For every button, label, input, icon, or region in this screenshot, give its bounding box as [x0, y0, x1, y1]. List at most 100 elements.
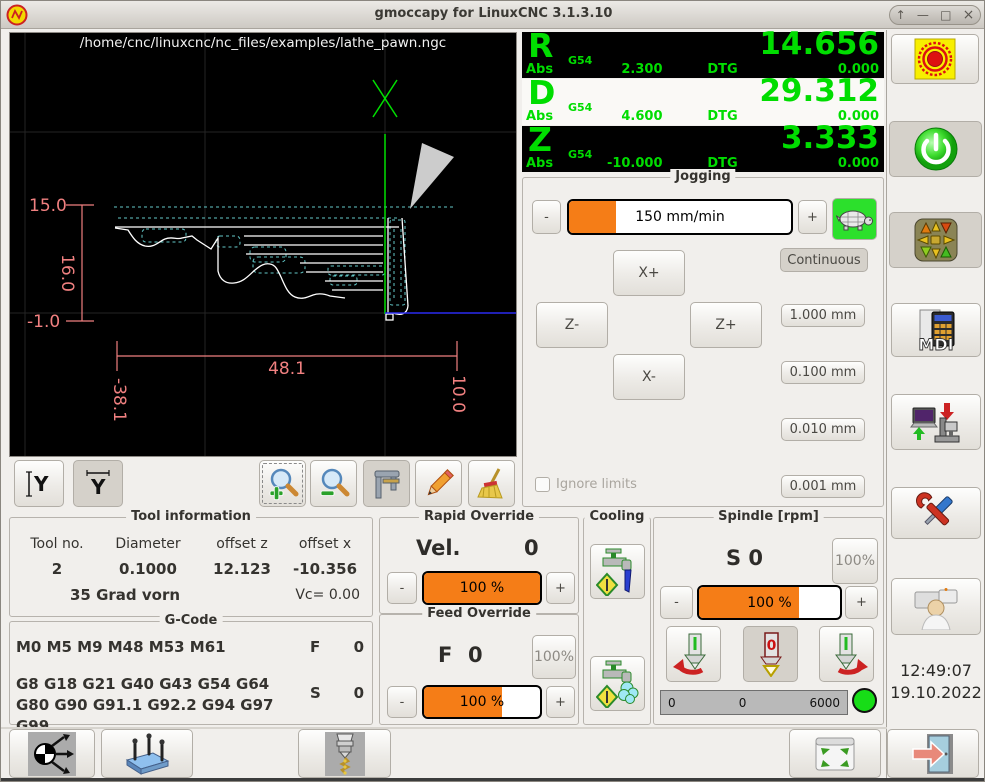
- gmoccapy-window: gmoccapy for LinuxCNC 3.1.3.10 ↑ — □ ×: [0, 0, 985, 782]
- dro-axis-z[interactable]: Z G54 3.333 Abs -10.000 DTG 0.000: [522, 126, 884, 172]
- offset-x-header: offset x: [284, 536, 366, 552]
- feed-override-frame: Feed Override F 0 100% - 100 % +: [379, 614, 579, 725]
- spindle-stop-button[interactable]: 0: [743, 626, 798, 682]
- spindle-left-icon: [671, 631, 717, 677]
- manual-mode-button[interactable]: [889, 212, 982, 268]
- rapid-override-value: 100 %: [424, 573, 540, 603]
- turtle-jog-button[interactable]: [832, 198, 877, 240]
- loaded-file-path: /home/cnc/linuxcnc/nc_files/examples/lat…: [10, 35, 516, 51]
- jog-increment-001mm-button[interactable]: 0.010 mm: [781, 418, 865, 441]
- settings-button[interactable]: [891, 487, 981, 539]
- cooling-title: Cooling: [585, 509, 650, 524]
- mdi-icon: MDI: [912, 308, 960, 352]
- spindle-plus-button[interactable]: +: [845, 586, 878, 619]
- jog-z-minus-button[interactable]: Z-: [536, 302, 608, 348]
- svg-text:Y: Y: [90, 475, 106, 499]
- offset-z-header: offset z: [200, 536, 284, 552]
- svg-text:Y: Y: [33, 472, 49, 496]
- zoom-out-icon: [317, 467, 351, 501]
- edit-gcode-button[interactable]: [415, 460, 462, 507]
- jog-increment-0001mm-button[interactable]: 0.001 mm: [781, 475, 865, 498]
- rapid-override-title: Rapid Override: [419, 509, 539, 524]
- rapid-override-bar[interactable]: 100 %: [422, 571, 542, 605]
- minimize-button[interactable]: —: [917, 9, 929, 21]
- tool-no-header: Tool no.: [18, 536, 96, 552]
- estop-button[interactable]: [891, 34, 979, 84]
- s-label: S: [310, 684, 321, 702]
- feed-reset-button[interactable]: 100%: [532, 635, 576, 679]
- offset-x-value: -10.356: [284, 560, 366, 578]
- feed-override-bar[interactable]: 100 %: [422, 685, 542, 719]
- spindle-cw-button[interactable]: [819, 626, 874, 682]
- rapid-plus-button[interactable]: +: [546, 572, 575, 604]
- jog-speed-bar[interactable]: 150 mm/min: [567, 199, 793, 235]
- touch-plate-button[interactable]: [101, 729, 193, 778]
- clear-plot-button[interactable]: [468, 460, 515, 507]
- jogging-title: Jogging: [670, 169, 735, 184]
- tool-dimensions-button[interactable]: [363, 460, 410, 507]
- feed-value: 0: [468, 643, 483, 667]
- jog-z-plus-button[interactable]: Z+: [690, 302, 762, 348]
- dro-axis-d[interactable]: D G54 29.312 Abs 4.600 DTG 0.000: [522, 79, 884, 125]
- gcode-preview[interactable]: 15.0 16.0 -1.0 48.1 -38.1 10.0 /home/cnc…: [9, 32, 517, 457]
- tool-measure-button[interactable]: [298, 729, 391, 778]
- jog-speed-minus-button[interactable]: -: [532, 200, 561, 234]
- titlebar[interactable]: gmoccapy for LinuxCNC 3.1.3.10 ↑ — □ ×: [1, 1, 985, 29]
- clock: 12:49:07 19.10.2022: [889, 660, 983, 703]
- tool-description: 35 Grad vorn: [70, 586, 180, 604]
- mist-icon: [596, 660, 640, 708]
- touch-plate-icon: [122, 732, 172, 776]
- spindle-minus-button[interactable]: -: [660, 586, 693, 619]
- maximize-button[interactable]: □: [940, 9, 951, 21]
- jog-mode-continuous-button[interactable]: Continuous: [780, 248, 868, 272]
- fullscreen-button[interactable]: [789, 729, 881, 778]
- exit-button[interactable]: [887, 729, 979, 778]
- jog-x-minus-button[interactable]: X-: [613, 354, 685, 400]
- dim-label-16: 16.0: [57, 254, 77, 292]
- dim-label-minus1: -1.0: [27, 312, 60, 332]
- feed-plus-button[interactable]: +: [546, 686, 575, 718]
- rapid-minus-button[interactable]: -: [387, 572, 417, 604]
- velocity-label: Vel.: [416, 536, 461, 560]
- touch-off-button[interactable]: [9, 729, 95, 778]
- mdi-mode-button[interactable]: MDI: [891, 303, 981, 357]
- spindle-speed-scale: 0 0 6000: [660, 690, 848, 715]
- rapid-override-frame: Rapid Override Vel. 0 - 100 % +: [379, 517, 579, 614]
- feed-minus-button[interactable]: -: [387, 686, 417, 718]
- ignore-limits-checkbox[interactable]: Ignore limits: [535, 477, 637, 492]
- spindle-override-bar[interactable]: 100 %: [697, 585, 842, 620]
- zoom-in-button[interactable]: [259, 460, 306, 507]
- jog-speed-plus-button[interactable]: +: [798, 200, 827, 234]
- jog-x-plus-button[interactable]: X+: [613, 250, 685, 296]
- scale-current: 0: [739, 696, 747, 710]
- zero-origin-icon: [28, 732, 76, 776]
- caliper-icon: [370, 467, 404, 501]
- spindle-reset-button[interactable]: 100%: [832, 538, 878, 584]
- mist-coolant-button[interactable]: [590, 656, 645, 711]
- scale-max: 6000: [809, 696, 840, 710]
- zoom-out-button[interactable]: [310, 460, 357, 507]
- clock-date: 19.10.2022: [889, 682, 983, 704]
- jog-increment-1mm-button[interactable]: 1.000 mm: [781, 304, 865, 327]
- jog-increment-01mm-button[interactable]: 0.100 mm: [781, 361, 865, 384]
- dimension-absolute-button[interactable]: Y: [14, 460, 64, 507]
- dro-axis-r[interactable]: R G54 14.656 Abs 2.300 DTG 0.000: [522, 32, 884, 78]
- flood-coolant-button[interactable]: [590, 544, 645, 599]
- dimension-relative-button[interactable]: Y: [73, 460, 123, 507]
- f-value: 0: [354, 638, 364, 656]
- spindle-ccw-button[interactable]: [666, 626, 721, 682]
- close-button[interactable]: ×: [963, 8, 975, 22]
- spindle-title: Spindle [rpm]: [713, 509, 824, 524]
- shade-button[interactable]: ↑: [896, 9, 906, 21]
- auto-mode-button[interactable]: [891, 394, 981, 450]
- jogging-frame: Jogging - 150 mm/min + Continuous X+ Z- …: [522, 177, 884, 507]
- feed-path: [115, 218, 408, 320]
- zoom-in-icon: [266, 467, 300, 501]
- window-title: gmoccapy for LinuxCNC 3.1.3.10: [1, 6, 985, 21]
- cooling-frame: Cooling: [583, 517, 651, 725]
- rapid-path: [114, 207, 455, 305]
- user-settings-button[interactable]: [891, 578, 981, 635]
- spindle-speed-label: S 0: [726, 546, 763, 570]
- machine-on-button[interactable]: [889, 121, 982, 177]
- dim-label-48: 48.1: [268, 359, 306, 379]
